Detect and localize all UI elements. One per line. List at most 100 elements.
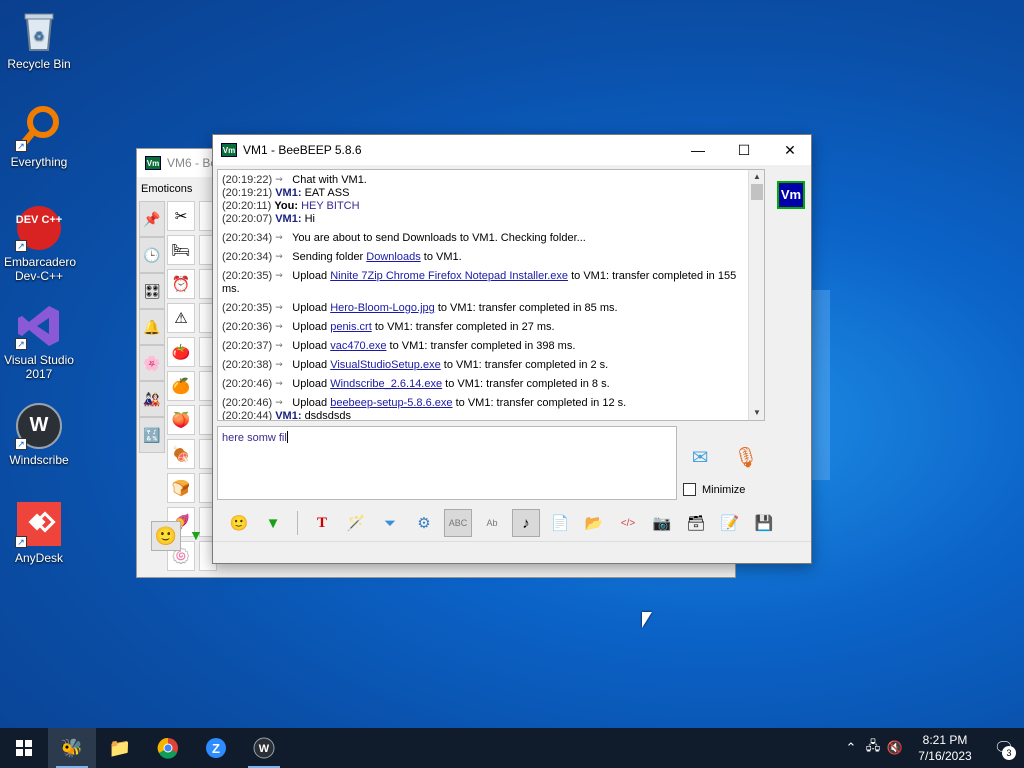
chat-history[interactable]: (20:19:22) ⇝ Chat with VM1. (20:19:21) VM… <box>217 169 765 421</box>
spellcheck-button[interactable]: ABC <box>444 509 472 537</box>
scroll-down-arrow-icon[interactable]: ▼ <box>749 406 764 420</box>
desktop-icon-anydesk[interactable]: ↗ AnyDesk <box>4 500 74 565</box>
back-emoticon-button[interactable]: 🙂 <box>151 521 181 551</box>
save-chat-button[interactable]: 💾 <box>750 509 778 537</box>
anydesk-icon: ↗ <box>15 500 63 548</box>
taskbar-file-explorer[interactable]: 📁 <box>96 728 144 768</box>
chat-line: (20:20:35) ⇝ Upload Hero-Bloom-Logo.jpg … <box>222 301 744 315</box>
edit-button[interactable]: 📝 <box>716 509 744 537</box>
taskbar-beebeep[interactable]: 🐝 <box>48 728 96 768</box>
emoticon-tab-people[interactable]: 🎎 <box>139 381 165 417</box>
magic-wand-icon: 🪄 <box>346 515 366 532</box>
emoticon-tab-sound[interactable]: 🔔 <box>139 309 165 345</box>
filter-button[interactable]: ⏷ <box>376 509 404 537</box>
system-message-text: You are about to send Downloads to VM1. … <box>292 232 586 244</box>
emoticon-tab-time[interactable]: 🕒 <box>139 237 165 273</box>
file-link[interactable]: Ninite 7Zip Chrome Firefox Notepad Insta… <box>330 270 568 282</box>
voice-message-button[interactable]: 🎙 <box>733 445 759 475</box>
maximize-window-button[interactable]: ☐ <box>721 135 767 165</box>
file-link[interactable]: penis.crt <box>330 321 372 333</box>
message-sender: VM1: <box>275 187 302 199</box>
scroll-thumb[interactable] <box>751 184 763 200</box>
emoticons-button[interactable]: 🙂 <box>225 509 253 537</box>
folder-arrow-icon: 📂 <box>584 515 604 532</box>
svg-text:♻: ♻ <box>34 29 45 43</box>
taskbar-chrome[interactable] <box>144 728 192 768</box>
system-notice-icon: ⇝ <box>275 397 283 407</box>
emoticon-bread-icon[interactable]: 🍞 <box>167 473 195 503</box>
microphone-icon: 🎙 <box>733 447 759 469</box>
system-notice-icon: ⇝ <box>275 378 283 388</box>
desktop-icon-everything[interactable]: ↗ Everything <box>4 104 74 169</box>
network-icon[interactable]: 🖧 <box>862 737 884 759</box>
desktop-icon-recycle-bin[interactable]: ♻ Recycle Bin <box>4 6 74 71</box>
minimize-checkbox[interactable]: Minimize <box>683 483 745 496</box>
tray-chevron-up-icon[interactable]: ⌃ <box>840 740 862 756</box>
emoticon-warning-icon[interactable]: ⚠ <box>167 303 195 333</box>
file-link[interactable]: Hero-Bloom-Logo.jpg <box>330 302 435 314</box>
emoticon-tomato-icon[interactable]: 🍅 <box>167 337 195 367</box>
minimize-window-button[interactable]: — <box>675 135 721 165</box>
settings-button[interactable]: ⚙ <box>410 509 438 537</box>
message-timestamp: (20:19:22) <box>222 174 273 186</box>
html-mode-button[interactable]: </> <box>614 509 642 537</box>
file-link[interactable]: Downloads <box>366 251 420 263</box>
color-button[interactable]: 🪄 <box>342 509 370 537</box>
chat-window[interactable]: Vm VM1 - BeeBEEP 5.8.6 — ☐ ✕ (20:19:22) … <box>212 134 812 564</box>
message-input[interactable]: here somw fil <box>217 426 677 500</box>
shortcut-arrow-icon: ↗ <box>15 338 27 350</box>
shortcut-arrow-icon: ↗ <box>15 140 27 152</box>
emoticon-scissors-icon[interactable]: ✂ <box>167 201 195 231</box>
file-link[interactable]: vac470.exe <box>330 340 386 352</box>
send-file-button[interactable]: 📄 <box>546 509 574 537</box>
chat-scrollbar[interactable]: ▲ ▼ <box>748 170 764 420</box>
emoticon-tab-recent[interactable]: 📌 <box>139 201 165 237</box>
spellcheck-icon: ABC <box>448 518 468 528</box>
file-link[interactable]: beebeep-setup-5.8.6.exe <box>330 397 452 409</box>
scroll-up-arrow-icon[interactable]: ▲ <box>749 170 764 184</box>
user-avatar[interactable]: Vm <box>777 181 805 209</box>
windscribe-icon: W ↗ <box>15 402 63 450</box>
file-link[interactable]: Windscribe_2.6.14.exe <box>330 378 442 390</box>
send-folder-button[interactable]: 📂 <box>580 509 608 537</box>
autocomplete-icon: Ab <box>486 518 498 528</box>
chat-line: (20:20:37) ⇝ Upload vac470.exe to VM1: t… <box>222 339 744 353</box>
emoticon-bed-icon[interactable]: 🛏 <box>167 235 195 265</box>
clock[interactable]: 8:21 PM 7/16/2023 <box>906 732 984 764</box>
mouse-cursor <box>642 612 652 628</box>
emoticon-tab-objects[interactable]: 🎛 <box>139 273 165 309</box>
close-window-button[interactable]: ✕ <box>767 135 813 165</box>
message-timestamp: (20:20:46) <box>222 378 273 390</box>
emoticon-orange-icon[interactable]: 🍊 <box>167 371 195 401</box>
hide-emoticons-button[interactable]: ▼ <box>259 509 287 537</box>
checkbox-box[interactable] <box>683 483 696 496</box>
taskbar-windscribe[interactable]: W <box>240 728 288 768</box>
word-completer-button[interactable]: Ab <box>478 509 506 537</box>
screenshot-button[interactable]: 📷 <box>648 509 676 537</box>
desktop-icon-visual-studio[interactable]: ↗ Visual Studio 2017 <box>4 302 74 381</box>
action-center-button[interactable]: 🗨 3 <box>984 728 1024 768</box>
emoticon-meat-icon[interactable]: 🍖 <box>167 439 195 469</box>
font-button[interactable]: T <box>308 509 336 537</box>
system-tray: ⌃ 🖧 🔇 8:21 PM 7/16/2023 🗨 3 <box>840 728 1024 768</box>
sound-button[interactable]: ♪ <box>512 509 540 537</box>
send-button[interactable]: ✉ <box>683 445 717 475</box>
system-message-suffix: to VM1: transfer completed in 8 s. <box>445 378 610 390</box>
taskbar-zoom[interactable]: Z <box>192 728 240 768</box>
volume-muted-icon[interactable]: 🔇 <box>884 740 906 756</box>
emoticon-alarm-clock-icon[interactable]: ⏰ <box>167 269 195 299</box>
window-title: VM1 - BeeBEEP 5.8.6 <box>243 143 362 157</box>
file-link[interactable]: VisualStudioSetup.exe <box>330 359 441 371</box>
start-button[interactable] <box>0 728 48 768</box>
window-titlebar[interactable]: Vm VM1 - BeeBEEP 5.8.6 — ☐ ✕ <box>213 135 811 165</box>
emoticon-category-tabs: 📌 🕒 🎛 🔔 🌸 🎎 🔣 <box>139 201 165 453</box>
shared-box-button[interactable]: 🗃 <box>682 509 710 537</box>
box-icon: 🗃 <box>686 515 706 532</box>
emoticon-peach-icon[interactable]: 🍑 <box>167 405 195 435</box>
emoticon-tab-symbols[interactable]: 🔣 <box>139 417 165 453</box>
emoticon-tab-nature[interactable]: 🌸 <box>139 345 165 381</box>
desktop-icon-windscribe[interactable]: W ↗ Windscribe <box>4 402 74 467</box>
desktop-icon-devcpp[interactable]: DEV C++ ↗ Embarcadero Dev-C++ <box>4 204 76 283</box>
back-down-arrow-icon[interactable]: ▼ <box>189 527 203 543</box>
magnifier-icon: ↗ <box>15 104 63 152</box>
